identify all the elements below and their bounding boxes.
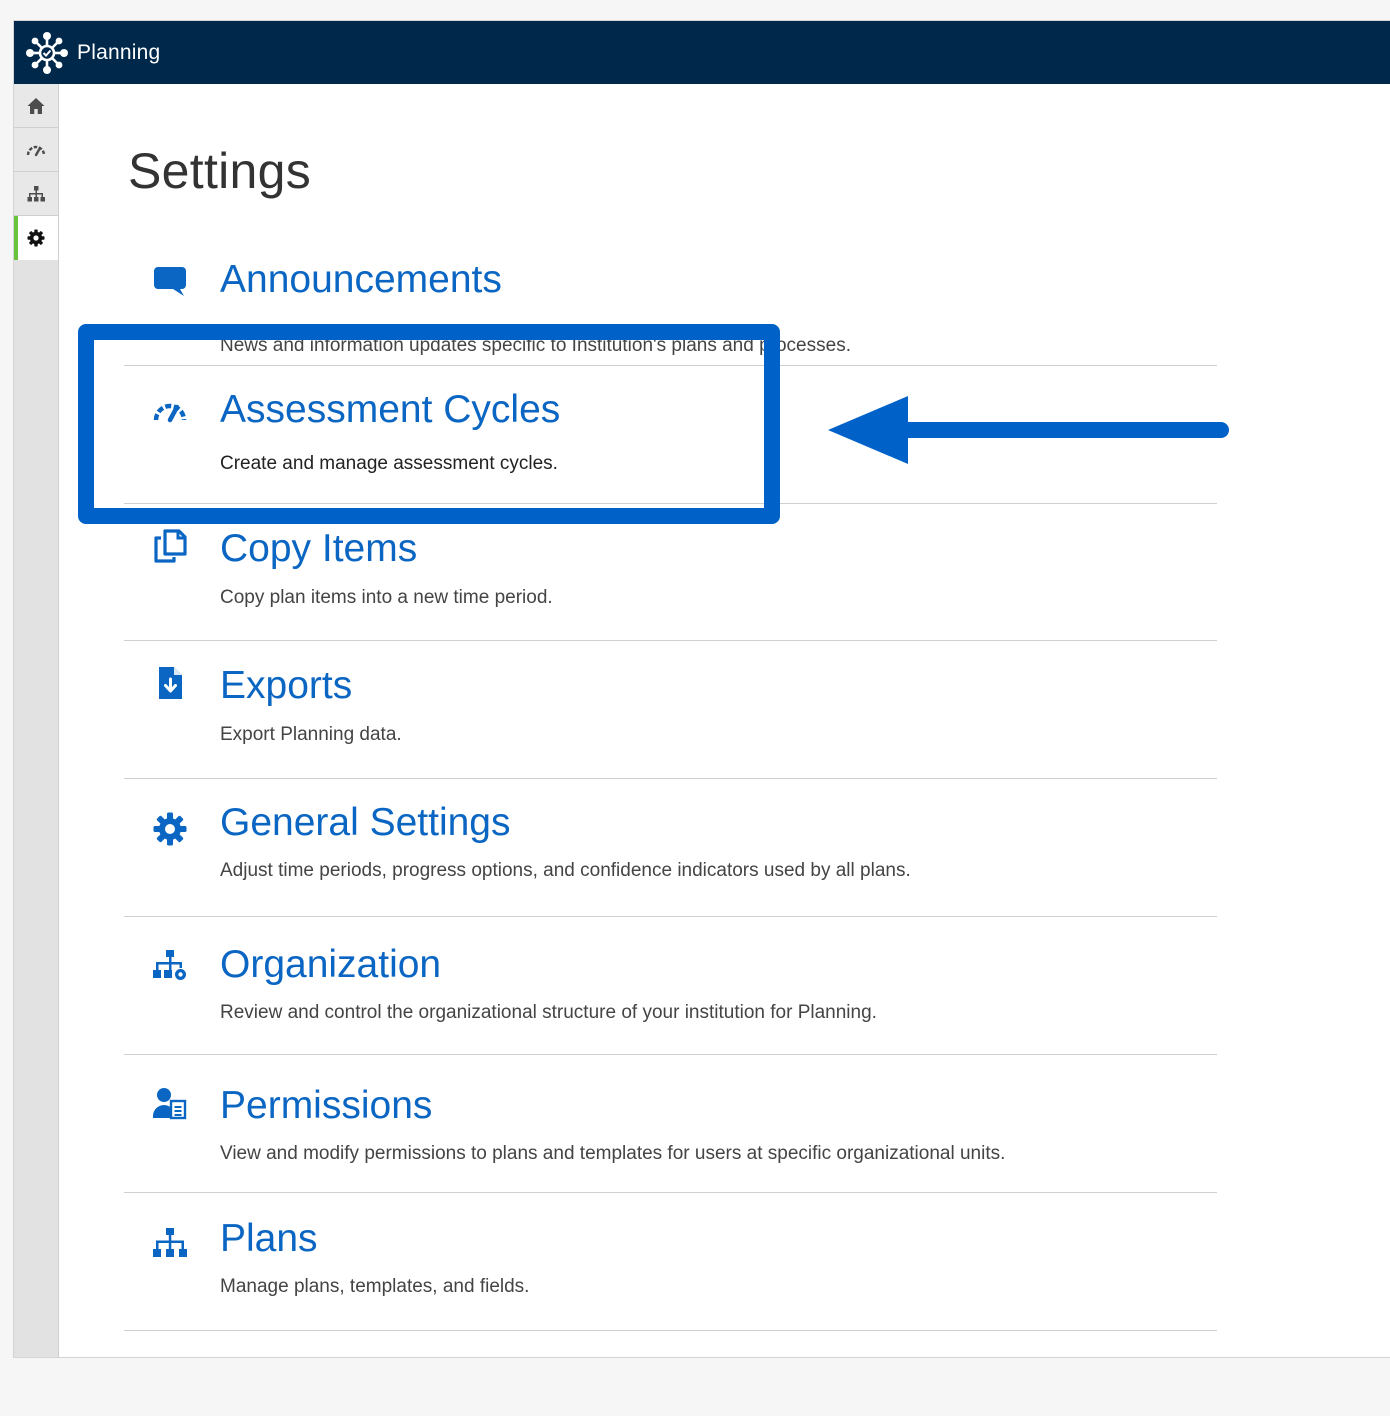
- settings-item-title[interactable]: Plans: [220, 1216, 318, 1262]
- settings-item-copy-items[interactable]: Copy Items Copy plan items into a new ti…: [124, 504, 1217, 641]
- settings-item-title[interactable]: General Settings: [220, 800, 511, 846]
- speech-bubble-icon: [152, 263, 188, 299]
- settings-item-permissions[interactable]: Permissions View and modify permissions …: [124, 1055, 1217, 1193]
- app-title: Planning: [77, 40, 161, 64]
- settings-item-title[interactable]: Exports: [220, 663, 352, 709]
- settings-item-description: Adjust time periods, progress options, a…: [220, 860, 911, 881]
- settings-item-description: View and modify permissions to plans and…: [220, 1143, 1006, 1164]
- gauge-icon: [152, 394, 188, 430]
- file-download-icon: [152, 665, 188, 701]
- settings-item-organization[interactable]: Organization Review and control the orga…: [124, 917, 1217, 1055]
- gear-icon: [27, 229, 45, 247]
- settings-item-title[interactable]: Copy Items: [220, 526, 417, 572]
- network-hub-logo[interactable]: [25, 31, 69, 75]
- settings-item-plans[interactable]: Plans Manage plans, templates, and field…: [124, 1193, 1217, 1331]
- main-content: Settings Announcements News and informat…: [58, 84, 1390, 1357]
- home-icon: [27, 97, 45, 114]
- settings-item-description: Create and manage assessment cycles.: [220, 453, 558, 474]
- settings-item-description: Manage plans, templates, and fields.: [220, 1276, 530, 1297]
- sidebar: [14, 84, 59, 1357]
- org-chart-gear-icon: [152, 947, 188, 983]
- gauge-icon: [26, 145, 46, 156]
- user-document-icon: [152, 1086, 188, 1122]
- top-bar: Planning: [14, 21, 1390, 84]
- pointer-arrow-icon: [828, 396, 1229, 464]
- org-chart-icon: [152, 1225, 188, 1261]
- org-chart-icon: [27, 185, 45, 201]
- settings-item-title[interactable]: Permissions: [220, 1083, 432, 1129]
- settings-item-general-settings[interactable]: General Settings Adjust time periods, pr…: [124, 779, 1217, 917]
- settings-item-title[interactable]: Assessment Cycles: [220, 387, 560, 433]
- settings-item-description: News and information updates specific to…: [220, 335, 851, 356]
- settings-item-description: Review and control the organizational st…: [220, 1002, 877, 1023]
- settings-item-exports[interactable]: Exports Export Planning data.: [124, 641, 1217, 779]
- settings-item-description: Export Planning data.: [220, 724, 402, 745]
- settings-item-announcements[interactable]: Announcements News and information updat…: [124, 237, 1217, 366]
- sidebar-item-settings[interactable]: [14, 216, 58, 260]
- copy-icon: [152, 528, 188, 564]
- sidebar-item-home[interactable]: [14, 84, 58, 128]
- planning-app: Planning Settings Announcements News and…: [13, 20, 1390, 1358]
- settings-item-title[interactable]: Announcements: [220, 257, 502, 303]
- page-title: Settings: [128, 143, 312, 199]
- sidebar-item-assessment[interactable]: [14, 128, 58, 172]
- settings-item-title[interactable]: Organization: [220, 942, 441, 988]
- settings-item-description: Copy plan items into a new time period.: [220, 587, 553, 608]
- sidebar-item-organization[interactable]: [14, 172, 58, 216]
- gear-icon: [152, 811, 188, 847]
